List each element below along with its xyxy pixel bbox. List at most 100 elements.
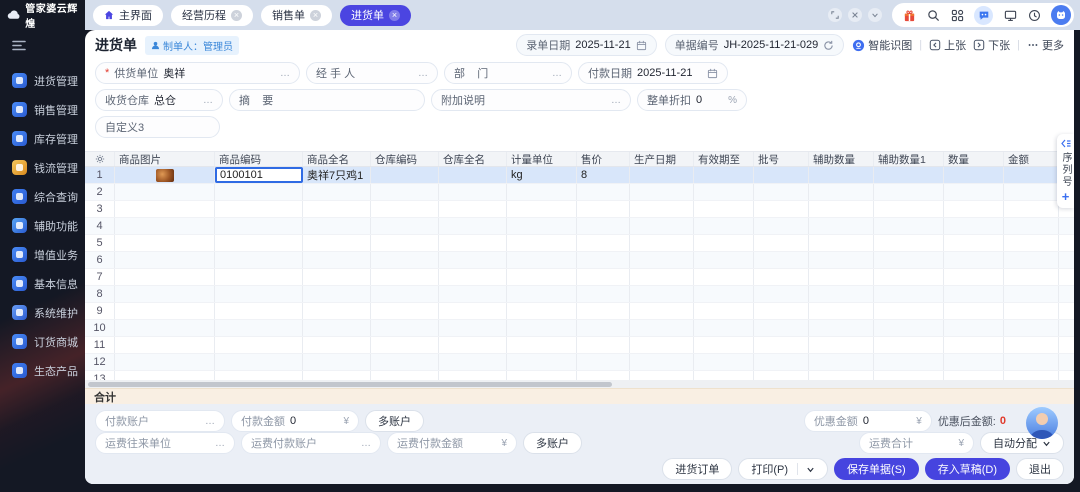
cell-商品全名[interactable] bbox=[303, 371, 371, 380]
ellipsis-icon[interactable]: … bbox=[361, 438, 371, 449]
cell-金额[interactable] bbox=[1004, 167, 1059, 183]
sidebar-item-sales[interactable]: 销售管理 bbox=[0, 95, 85, 124]
field-部门[interactable]: 部 门… bbox=[444, 62, 572, 84]
multi-account-button[interactable]: 多账户 bbox=[365, 410, 424, 432]
cell-数量[interactable] bbox=[944, 218, 1004, 234]
sidebar-item-base-info[interactable]: 基本信息 bbox=[0, 269, 85, 298]
cell-商品图片[interactable] bbox=[115, 303, 215, 319]
cell-仓库全名[interactable] bbox=[439, 320, 507, 336]
cell-有效期至[interactable] bbox=[694, 218, 754, 234]
sidebar-item-purchase[interactable]: 进货管理 bbox=[0, 66, 85, 95]
cell-金额[interactable] bbox=[1004, 320, 1059, 336]
field-自定义3[interactable]: 自定义3 bbox=[95, 116, 220, 138]
sidebar-item-value-added[interactable]: 增值业务 bbox=[0, 240, 85, 269]
field-运费往来单位[interactable]: 运费往来单位… bbox=[95, 432, 235, 454]
cell-商品全名[interactable]: 奥祥7只鸡1 bbox=[303, 167, 371, 183]
cell-仓库全名[interactable] bbox=[439, 235, 507, 251]
refresh-icon[interactable] bbox=[823, 40, 834, 51]
search-icon[interactable] bbox=[926, 8, 940, 22]
column-header-商品全名[interactable]: 商品全名 bbox=[303, 152, 371, 166]
column-header-仓库全名[interactable]: 仓库全名 bbox=[439, 152, 507, 166]
cell-辅助数量[interactable] bbox=[809, 201, 874, 217]
field-付款金额[interactable]: 付款金额0¥ bbox=[231, 410, 359, 432]
cell-商品编码[interactable]: 0100101 bbox=[215, 167, 303, 183]
cell-商品编码[interactable] bbox=[215, 201, 303, 217]
action-ai-scan[interactable]: 智能识图 bbox=[852, 37, 912, 53]
record-date-field[interactable]: 录单日期 2025-11-21 bbox=[516, 34, 656, 56]
cell-售价[interactable] bbox=[577, 320, 630, 336]
cell-售价[interactable] bbox=[577, 371, 630, 380]
column-header-数量[interactable]: 数量 bbox=[944, 152, 1004, 166]
cell-仓库编码[interactable] bbox=[371, 184, 439, 200]
cell-辅助数量1[interactable] bbox=[874, 303, 944, 319]
cell-商品全名[interactable] bbox=[303, 184, 371, 200]
cell-辅助数量[interactable] bbox=[809, 218, 874, 234]
cell-辅助数量1[interactable] bbox=[874, 354, 944, 370]
cell-生产日期[interactable] bbox=[630, 354, 694, 370]
cell-批号[interactable] bbox=[754, 235, 809, 251]
scrollbar-thumb[interactable] bbox=[88, 382, 612, 387]
cell-金额[interactable] bbox=[1004, 269, 1059, 285]
cell-数量[interactable] bbox=[944, 201, 1004, 217]
cell-辅助数量1[interactable] bbox=[874, 371, 944, 380]
cell-金额[interactable] bbox=[1004, 218, 1059, 234]
cell-仓库编码[interactable] bbox=[371, 320, 439, 336]
cell-金额[interactable] bbox=[1004, 303, 1059, 319]
cell-有效期至[interactable] bbox=[694, 337, 754, 353]
cell-商品编码[interactable] bbox=[215, 303, 303, 319]
cell-仓库全名[interactable] bbox=[439, 354, 507, 370]
cell-金额[interactable] bbox=[1004, 371, 1059, 380]
cell-生产日期[interactable] bbox=[630, 252, 694, 268]
sidebar-item-query[interactable]: 综合查询 bbox=[0, 182, 85, 211]
field-优惠金额[interactable]: 优惠金额0¥ bbox=[804, 410, 932, 432]
cell-商品全名[interactable] bbox=[303, 320, 371, 336]
cell-仓库全名[interactable] bbox=[439, 303, 507, 319]
button-退出[interactable]: 退出 bbox=[1016, 458, 1064, 480]
cell-仓库全名[interactable] bbox=[439, 371, 507, 380]
cell-商品全名[interactable] bbox=[303, 354, 371, 370]
cell-辅助数量[interactable] bbox=[809, 184, 874, 200]
cell-计量单位[interactable] bbox=[507, 320, 577, 336]
column-header-有效期至[interactable]: 有效期至 bbox=[694, 152, 754, 166]
cell-辅助数量[interactable] bbox=[809, 252, 874, 268]
table-row[interactable]: 10 bbox=[85, 320, 1074, 337]
cell-商品全名[interactable] bbox=[303, 252, 371, 268]
close-tab-icon[interactable]: × bbox=[310, 10, 321, 21]
cell-有效期至[interactable] bbox=[694, 252, 754, 268]
ellipsis-icon[interactable]: … bbox=[552, 68, 562, 79]
cell-仓库编码[interactable] bbox=[371, 286, 439, 302]
column-header-商品编码[interactable]: 商品编码 bbox=[215, 152, 303, 166]
product-image[interactable] bbox=[156, 169, 174, 182]
cell-仓库编码[interactable] bbox=[371, 201, 439, 217]
calendar-icon[interactable] bbox=[636, 40, 647, 51]
cell-售价[interactable] bbox=[577, 303, 630, 319]
horizontal-scrollbar[interactable] bbox=[85, 380, 1074, 388]
cell-生产日期[interactable] bbox=[630, 320, 694, 336]
column-settings-icon[interactable] bbox=[85, 152, 115, 166]
cell-商品编码[interactable] bbox=[215, 337, 303, 353]
gift-icon[interactable] bbox=[902, 8, 916, 22]
cell-金额[interactable] bbox=[1004, 354, 1059, 370]
cell-辅助数量1[interactable] bbox=[874, 286, 944, 302]
cell-数量[interactable] bbox=[944, 354, 1004, 370]
cell-售价[interactable] bbox=[577, 252, 630, 268]
column-header-辅助数量[interactable]: 辅助数量 bbox=[809, 152, 874, 166]
cell-仓库全名[interactable] bbox=[439, 167, 507, 183]
cell-商品全名[interactable] bbox=[303, 218, 371, 234]
cell-仓库编码[interactable] bbox=[371, 235, 439, 251]
cell-生产日期[interactable] bbox=[630, 286, 694, 302]
cell-售价[interactable] bbox=[577, 184, 630, 200]
ellipsis-icon[interactable]: … bbox=[203, 95, 213, 106]
cell-批号[interactable] bbox=[754, 167, 809, 183]
cell-仓库全名[interactable] bbox=[439, 337, 507, 353]
cell-有效期至[interactable] bbox=[694, 371, 754, 380]
cell-辅助数量[interactable] bbox=[809, 303, 874, 319]
cell-商品图片[interactable] bbox=[115, 218, 215, 234]
table-row[interactable]: 11 bbox=[85, 337, 1074, 354]
apps-icon[interactable] bbox=[950, 8, 964, 22]
cell-商品全名[interactable] bbox=[303, 337, 371, 353]
button-存入草稿(D)[interactable]: 存入草稿(D) bbox=[925, 458, 1010, 480]
cell-辅助数量[interactable] bbox=[809, 354, 874, 370]
cell-计量单位[interactable] bbox=[507, 286, 577, 302]
cell-商品编码[interactable] bbox=[215, 218, 303, 234]
